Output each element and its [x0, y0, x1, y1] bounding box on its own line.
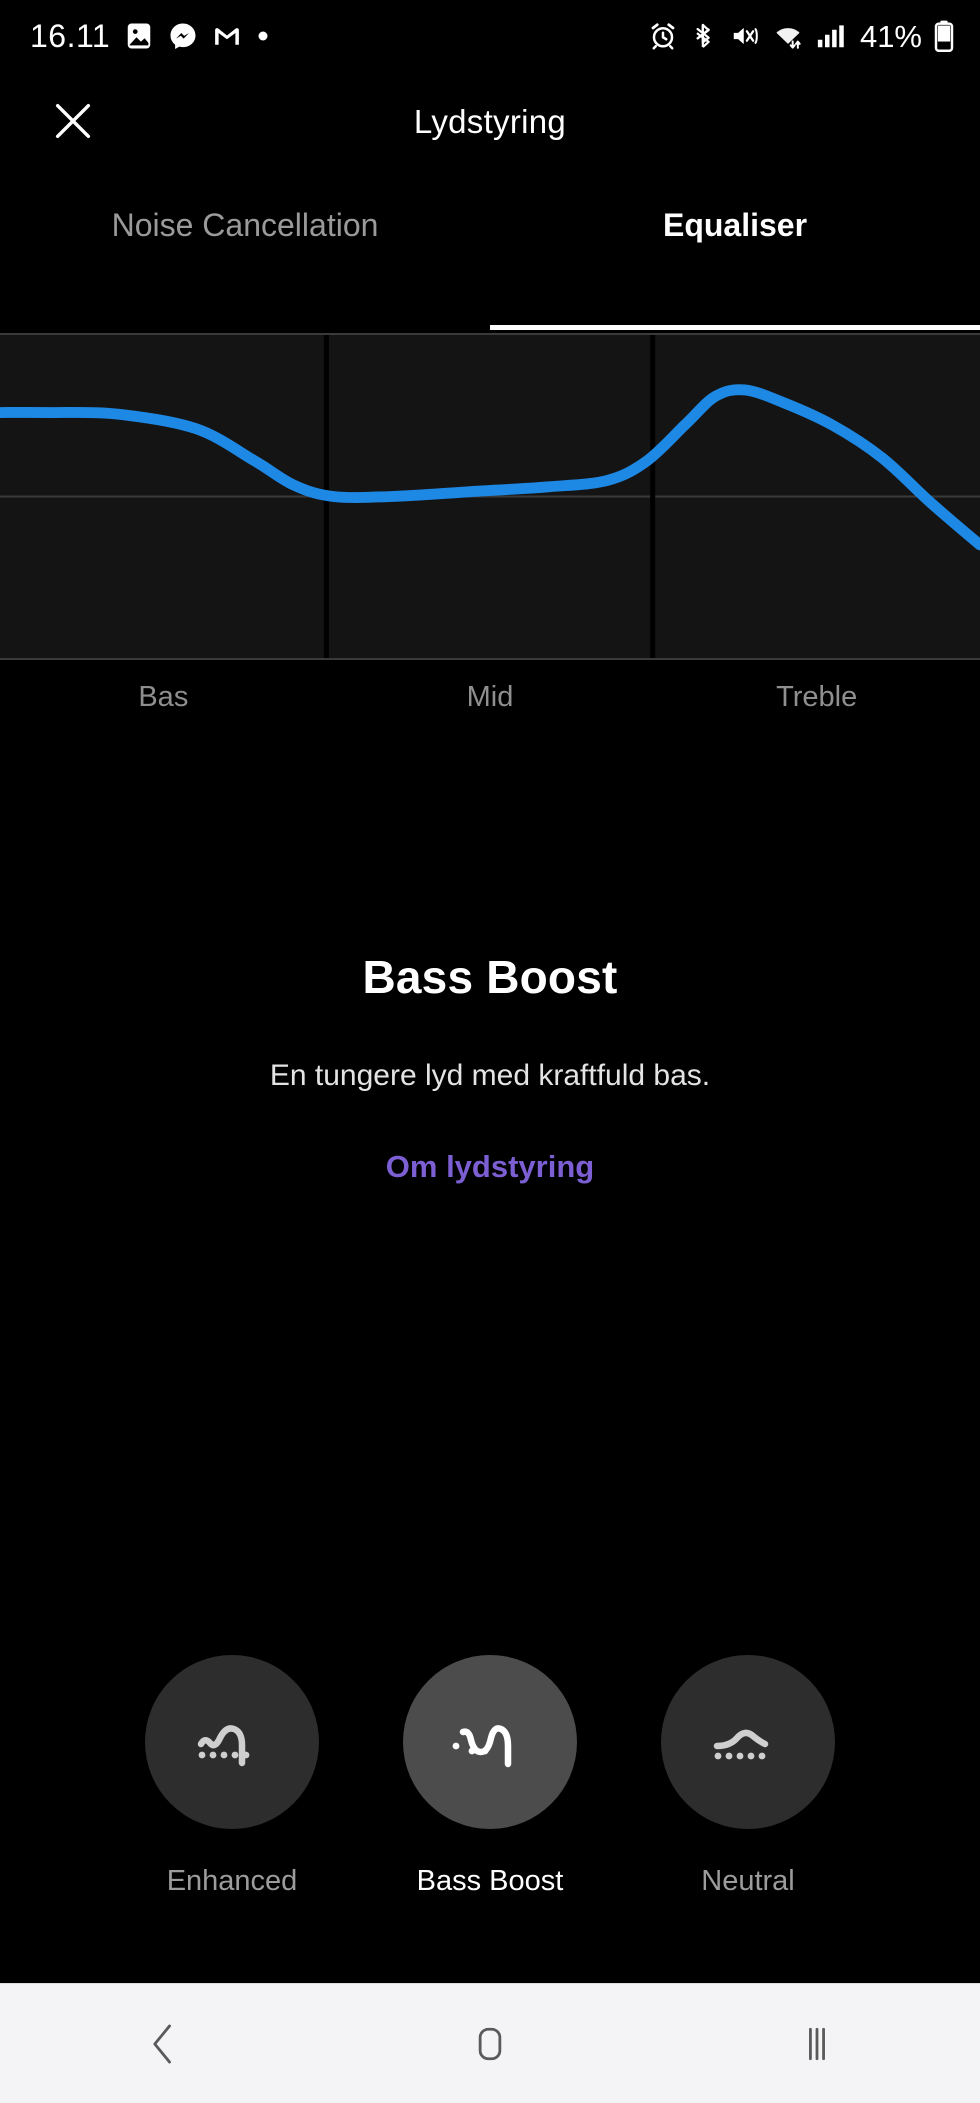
preset-bass-boost-circle[interactable]	[403, 1655, 577, 1829]
android-nav-bar	[0, 1983, 980, 2103]
back-icon	[153, 2024, 172, 2063]
tab-equaliser-label: Equaliser	[662, 206, 808, 243]
tab-equaliser[interactable]: Equaliser	[490, 172, 980, 330]
home-icon	[478, 2027, 502, 2060]
eq-neutral-icon	[713, 1729, 769, 1760]
tab-bar: Noise Cancellation Equaliser	[0, 172, 980, 330]
dot-icon	[256, 29, 270, 43]
phone-screen: 16.11 41% Lydstyring Noise Cancellation …	[0, 0, 980, 2103]
about-sound-control-link[interactable]: Om lydstyring	[386, 1149, 594, 1185]
eq-enhanced-icon	[197, 1725, 250, 1767]
preset-option-enhanced[interactable]: Enhanced	[145, 1655, 319, 1915]
gallery-icon	[124, 21, 154, 51]
mute-vibrate-icon	[730, 21, 760, 51]
recents-icon	[808, 2027, 825, 2060]
preset-option-bass-boost[interactable]: Bass Boost	[403, 1655, 577, 1915]
battery-percent-label: 41%	[859, 18, 922, 54]
axis-label-bas: Bas	[138, 680, 189, 713]
alarm-icon	[648, 21, 678, 51]
axis-label-mid: Mid	[466, 680, 514, 713]
tab-noise-cancellation-label: Noise Cancellation	[111, 206, 379, 243]
equaliser-curve-svg	[0, 335, 980, 658]
preset-enhanced-circle[interactable]	[145, 1655, 319, 1829]
nav-home-button[interactable]	[410, 1984, 570, 2103]
axis-label-treble: Treble	[776, 680, 858, 713]
equaliser-chart[interactable]	[0, 333, 980, 660]
gmail-icon	[212, 21, 242, 51]
preset-neutral-circle[interactable]	[661, 1655, 835, 1829]
preset-neutral-label: Neutral	[701, 1865, 795, 1897]
preset-description: En tungere lyd med kraftfuld bas.	[269, 1059, 711, 1092]
chart-axis-labels: Bas Mid Treble	[0, 662, 980, 732]
signal-icon	[816, 22, 846, 50]
bluetooth-icon	[690, 22, 718, 50]
status-bar: 16.11 41%	[0, 0, 980, 72]
eq-bassboost-icon	[452, 1725, 512, 1768]
eq-response-line	[0, 384, 980, 551]
tab-noise-cancellation[interactable]: Noise Cancellation	[0, 172, 490, 330]
messenger-icon	[168, 21, 198, 51]
wifi-icon	[772, 21, 804, 51]
status-bar-left: 16.11	[30, 20, 270, 52]
preset-title: Bass Boost	[362, 951, 618, 1003]
app-header: Lydstyring	[0, 72, 980, 172]
status-bar-right: 41%	[648, 20, 954, 52]
preset-bass-boost-label: Bass Boost	[416, 1865, 564, 1897]
nav-recents-button[interactable]	[737, 1984, 897, 2103]
page-title: Lydstyring	[413, 103, 567, 140]
preset-option-neutral[interactable]: Neutral	[661, 1655, 835, 1915]
preset-enhanced-label: Enhanced	[166, 1865, 298, 1897]
preset-picker: Enhanced Bass Boost Neutral	[0, 1655, 980, 1915]
status-bar-clock: 16.11	[30, 18, 111, 54]
battery-icon	[934, 20, 954, 52]
nav-back-button[interactable]	[83, 1984, 243, 2103]
preset-info: Bass Boost En tungere lyd med kraftfuld …	[0, 950, 980, 1185]
